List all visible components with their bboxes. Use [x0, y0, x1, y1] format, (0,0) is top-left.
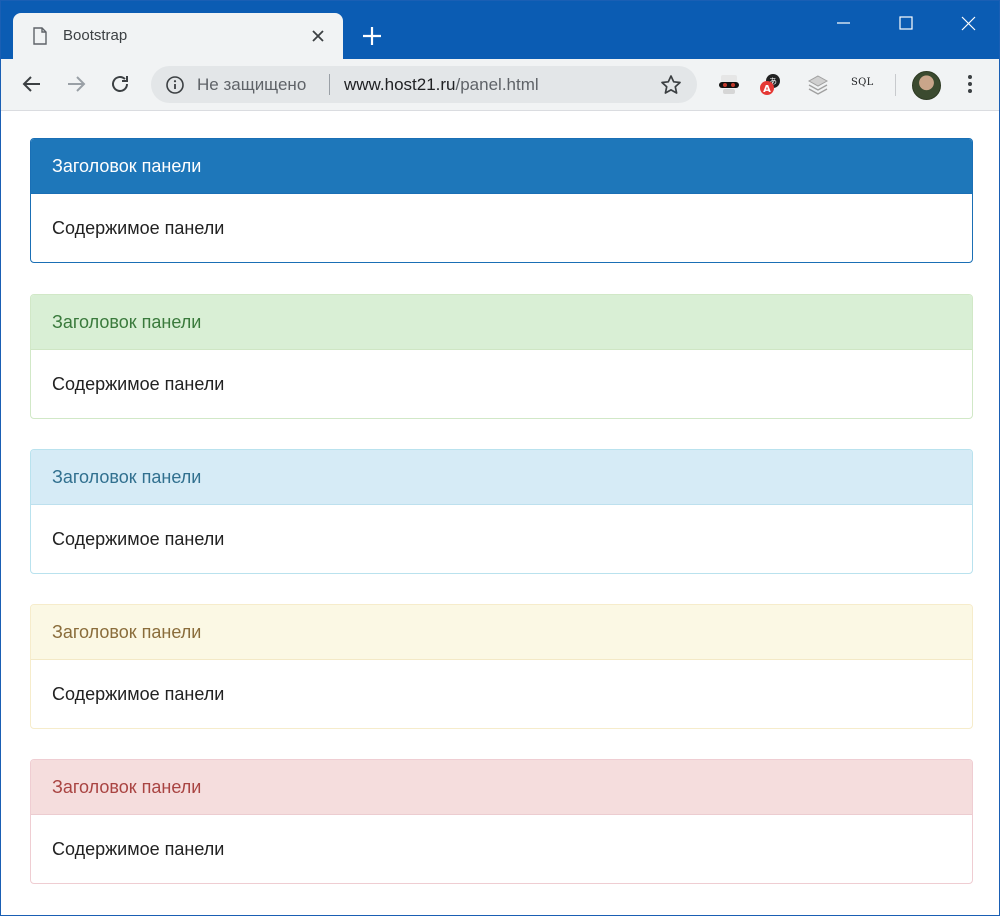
layers-extension-icon[interactable] — [806, 73, 830, 97]
panel-body: Содержимое панели — [52, 374, 225, 394]
panel-body: Содержимое панели — [52, 529, 225, 549]
star-icon[interactable] — [659, 73, 683, 97]
address-bar[interactable]: Не защищено www.host21.ru/panel.html — [151, 66, 697, 103]
window-close-icon[interactable] — [956, 11, 980, 35]
panel-heading: Заголовок панели — [31, 139, 972, 194]
plus-icon[interactable] — [361, 25, 383, 47]
panel-warning: Заголовок панели Содержимое панели — [30, 604, 973, 729]
forward-arrow-icon[interactable] — [64, 72, 88, 96]
active-tab[interactable]: Bootstrap — [13, 13, 343, 59]
info-icon[interactable] — [165, 75, 185, 95]
reload-icon[interactable] — [108, 72, 132, 96]
page-content: Заголовок панели Содержимое панели Загол… — [1, 111, 999, 915]
sql-extension-label[interactable]: SQL — [851, 77, 874, 88]
panel-heading: Заголовок панели — [31, 295, 972, 350]
minimize-icon[interactable] — [831, 11, 855, 35]
panel-danger: Заголовок панели Содержимое панели — [30, 759, 973, 884]
panel-info: Заголовок панели Содержимое панели — [30, 449, 973, 574]
security-label: Не защищено — [197, 75, 307, 94]
svg-text:A: A — [763, 84, 771, 95]
panel-primary: Заголовок панели Содержимое панели — [30, 138, 973, 263]
panel-heading: Заголовок панели — [31, 760, 972, 815]
panel-heading: Заголовок панели — [31, 450, 972, 505]
browser-toolbar: Не защищено www.host21.ru/panel.html あ A… — [1, 59, 999, 111]
url-divider — [329, 74, 330, 95]
tab-title: Bootstrap — [63, 27, 128, 44]
panel-heading: Заголовок панели — [31, 605, 972, 660]
maximize-icon[interactable] — [894, 11, 918, 35]
back-arrow-icon[interactable] — [20, 72, 44, 96]
avatar[interactable] — [912, 71, 941, 100]
toolbar-separator — [895, 74, 896, 96]
panel-body: Содержимое панели — [52, 684, 225, 704]
menu-dots-icon[interactable] — [961, 72, 979, 96]
spy-extension-icon[interactable] — [717, 73, 741, 97]
url-path: /panel.html — [455, 75, 539, 94]
url-text[interactable]: www.host21.ru/panel.html — [344, 75, 539, 95]
panel-body: Содержимое панели — [52, 839, 225, 859]
panel-body: Содержимое панели — [52, 218, 225, 238]
url-host: www.host21.ru — [344, 75, 456, 94]
tab-strip: Bootstrap — [1, 1, 999, 59]
close-icon[interactable] — [309, 27, 327, 45]
page-icon — [33, 27, 47, 45]
panel-success: Заголовок панели Содержимое панели — [30, 294, 973, 419]
translate-extension-icon[interactable]: あ A — [758, 73, 782, 97]
browser-window: Bootstrap Не защищено www.host21.ru/pane… — [0, 0, 1000, 916]
